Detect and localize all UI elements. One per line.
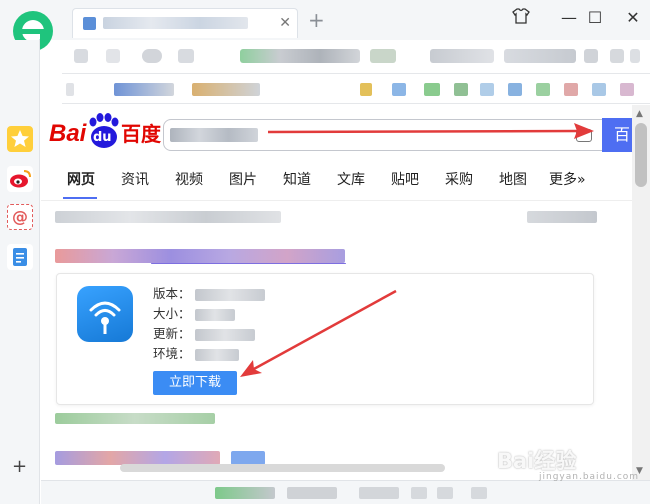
scrollbar-thumb[interactable]: [635, 123, 647, 187]
browser-tab-active[interactable]: ✕: [72, 8, 298, 38]
tab-tieba[interactable]: 贴吧: [391, 171, 419, 189]
address-bar-row: [62, 40, 650, 74]
browser-titlebar: ✕ + — ☐ ✕: [0, 0, 650, 51]
download-now-button[interactable]: 立即下载: [153, 371, 237, 395]
result-title-underline: [151, 263, 346, 264]
environment-label: 环境：: [153, 346, 191, 361]
bookmark-item[interactable]: [620, 83, 634, 96]
tab-zhidao[interactable]: 知道: [283, 171, 311, 189]
tab-images[interactable]: 图片: [229, 171, 257, 189]
tab-close-icon[interactable]: ✕: [279, 14, 291, 32]
tab-purchase[interactable]: 采购: [445, 171, 473, 189]
baidu-search-button[interactable]: 百: [602, 118, 632, 152]
version-value: [194, 288, 265, 301]
status-item[interactable]: [215, 487, 275, 499]
status-item[interactable]: [359, 487, 399, 499]
url-field[interactable]: [240, 49, 360, 63]
status-item[interactable]: [471, 487, 487, 499]
baidu-search-input[interactable]: [163, 119, 603, 151]
official-badge: [231, 451, 265, 465]
baidu-logo-du: du: [93, 130, 112, 145]
environment-row: 环境：: [153, 346, 239, 362]
tab-more[interactable]: 更多»: [549, 171, 586, 189]
maximize-icon[interactable]: ☐: [584, 8, 606, 28]
bookmark-item[interactable]: [392, 83, 406, 96]
back-icon[interactable]: [74, 49, 88, 63]
updated-row: 更新：: [153, 326, 255, 342]
bookmark-item[interactable]: [480, 83, 494, 96]
bookmarks-bar: [62, 74, 650, 104]
vertical-scrollbar[interactable]: ▲ ▼: [632, 105, 650, 480]
close-window-icon[interactable]: ✕: [622, 8, 644, 28]
menu-icon[interactable]: [630, 49, 640, 63]
baidu-jingyan-watermark: Bai经验: [497, 449, 577, 473]
status-item[interactable]: [411, 487, 427, 499]
result-title-link[interactable]: [55, 249, 345, 263]
notes-icon[interactable]: [7, 244, 33, 270]
camera-icon[interactable]: [576, 129, 592, 142]
tab-wenku[interactable]: 文库: [337, 171, 365, 189]
sidebar-add-icon[interactable]: +: [12, 458, 27, 476]
search-tools[interactable]: [527, 211, 597, 223]
tab-web[interactable]: 网页: [67, 171, 95, 189]
version-row: 版本：: [153, 286, 265, 302]
baidu-logo-bai: Bai: [49, 120, 87, 147]
result-url: [55, 413, 215, 424]
undo-icon[interactable]: [610, 49, 624, 63]
search-engine-field[interactable]: [430, 49, 494, 63]
toolbar-search-input[interactable]: [504, 49, 576, 63]
bookmark-item[interactable]: [508, 83, 522, 96]
updated-value: [194, 328, 255, 341]
size-value: [194, 308, 235, 321]
mail-icon[interactable]: @: [7, 204, 33, 230]
status-bar: [41, 480, 650, 504]
tab-video[interactable]: 视频: [175, 171, 203, 189]
bookmark-item[interactable]: [360, 83, 372, 96]
sidebar: @ +: [0, 40, 40, 504]
skin-icon[interactable]: [510, 8, 532, 29]
search-query-text: [170, 128, 258, 142]
watermark-url: jingyan.baidu.com: [539, 472, 640, 482]
status-item[interactable]: [437, 487, 453, 499]
forward-icon[interactable]: [106, 49, 120, 63]
tab-map[interactable]: 地图: [499, 171, 527, 189]
search-type-tabs: 网页 资讯 视频 图片 知道 文库 贴吧 采购 地图 更多»: [41, 165, 632, 201]
baidu-logo[interactable]: Bai du 百度: [49, 113, 161, 151]
bookmark-item[interactable]: [454, 83, 468, 96]
bookmark-item[interactable]: [592, 83, 606, 96]
tab-news[interactable]: 资讯: [121, 171, 149, 189]
security-icon[interactable]: [370, 49, 396, 63]
horizontal-scrollbar-thumb[interactable]: [120, 464, 445, 472]
status-item[interactable]: [287, 487, 337, 499]
size-row: 大小：: [153, 306, 235, 322]
software-download-card: 版本： 大小： 更新： 环境： 立即下载: [56, 273, 594, 405]
home-icon[interactable]: [178, 49, 194, 63]
bookmark-item[interactable]: [66, 83, 74, 96]
version-label: 版本：: [153, 286, 191, 301]
weibo-icon[interactable]: [7, 166, 33, 192]
result-count: [55, 211, 281, 223]
tab-favicon-icon: [83, 17, 96, 30]
favorites-star-icon[interactable]: [7, 126, 33, 152]
new-tab-icon[interactable]: +: [308, 10, 325, 30]
refresh-icon[interactable]: [142, 49, 162, 63]
toolbar-search-icon[interactable]: [584, 49, 598, 63]
updated-label: 更新：: [153, 326, 191, 341]
environment-value: [194, 348, 239, 361]
bookmark-item[interactable]: [564, 83, 578, 96]
baidu-logo-cn: 百度: [121, 122, 161, 146]
wifi-app-icon[interactable]: [77, 286, 133, 342]
bookmark-item[interactable]: [192, 83, 260, 96]
active-tab-underline: [63, 197, 97, 199]
bookmark-item[interactable]: [536, 83, 550, 96]
second-result-title[interactable]: [55, 451, 220, 465]
minimize-icon[interactable]: —: [558, 8, 580, 28]
bookmark-item[interactable]: [114, 83, 174, 96]
scroll-up-icon[interactable]: ▲: [636, 109, 643, 119]
size-label: 大小：: [153, 306, 191, 321]
bookmark-item[interactable]: [424, 83, 440, 96]
tab-title: [103, 17, 248, 29]
